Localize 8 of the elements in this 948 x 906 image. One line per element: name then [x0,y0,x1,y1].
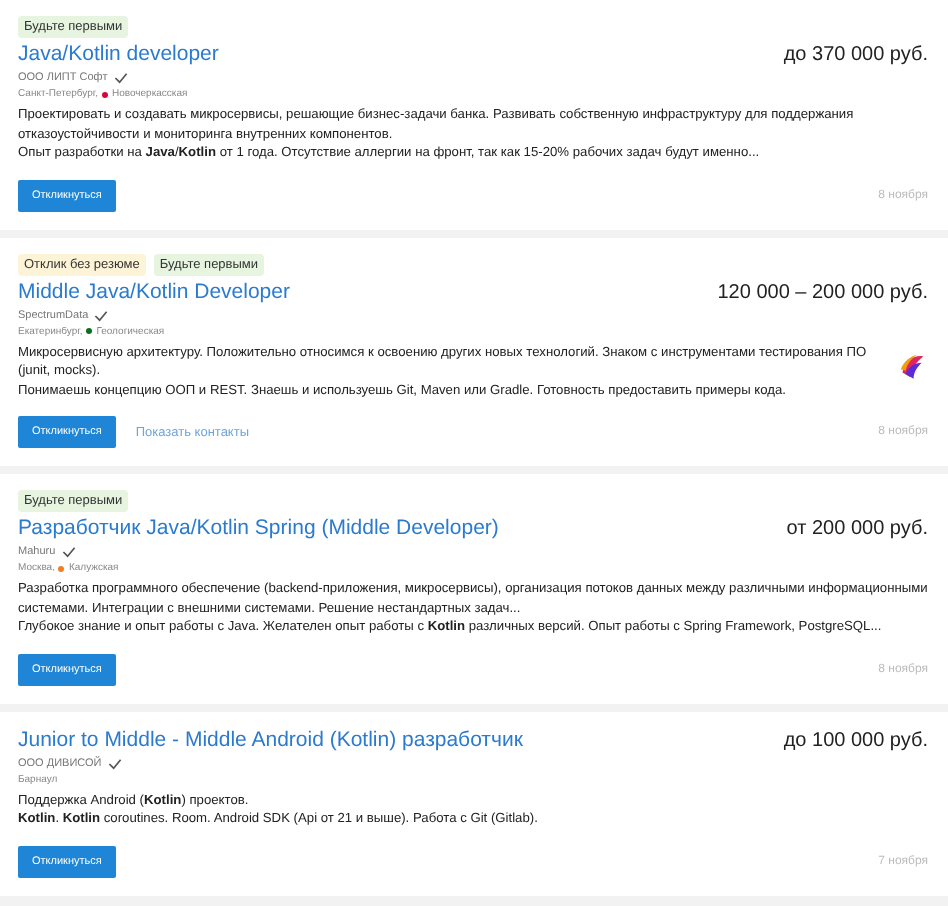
vacancy-title-link[interactable]: Middle Java/Kotlin Developer [18,279,290,303]
salary: до 100 000 руб. [783,729,928,751]
vacancy-title-link[interactable]: Разработчик Java/Kotlin Spring (Middle Developer) [18,516,499,540]
salary: от 200 000 руб. [786,518,928,540]
salary: до 370 000 руб. [783,44,928,66]
salary: 120 000 – 200 000 руб. [717,281,928,303]
vacancy-title-link[interactable]: Java/Kotlin developer [18,42,219,66]
vacancy-title-link[interactable]: Junior to Middle - Middle Android (Kotlin) разработчик [18,727,523,751]
